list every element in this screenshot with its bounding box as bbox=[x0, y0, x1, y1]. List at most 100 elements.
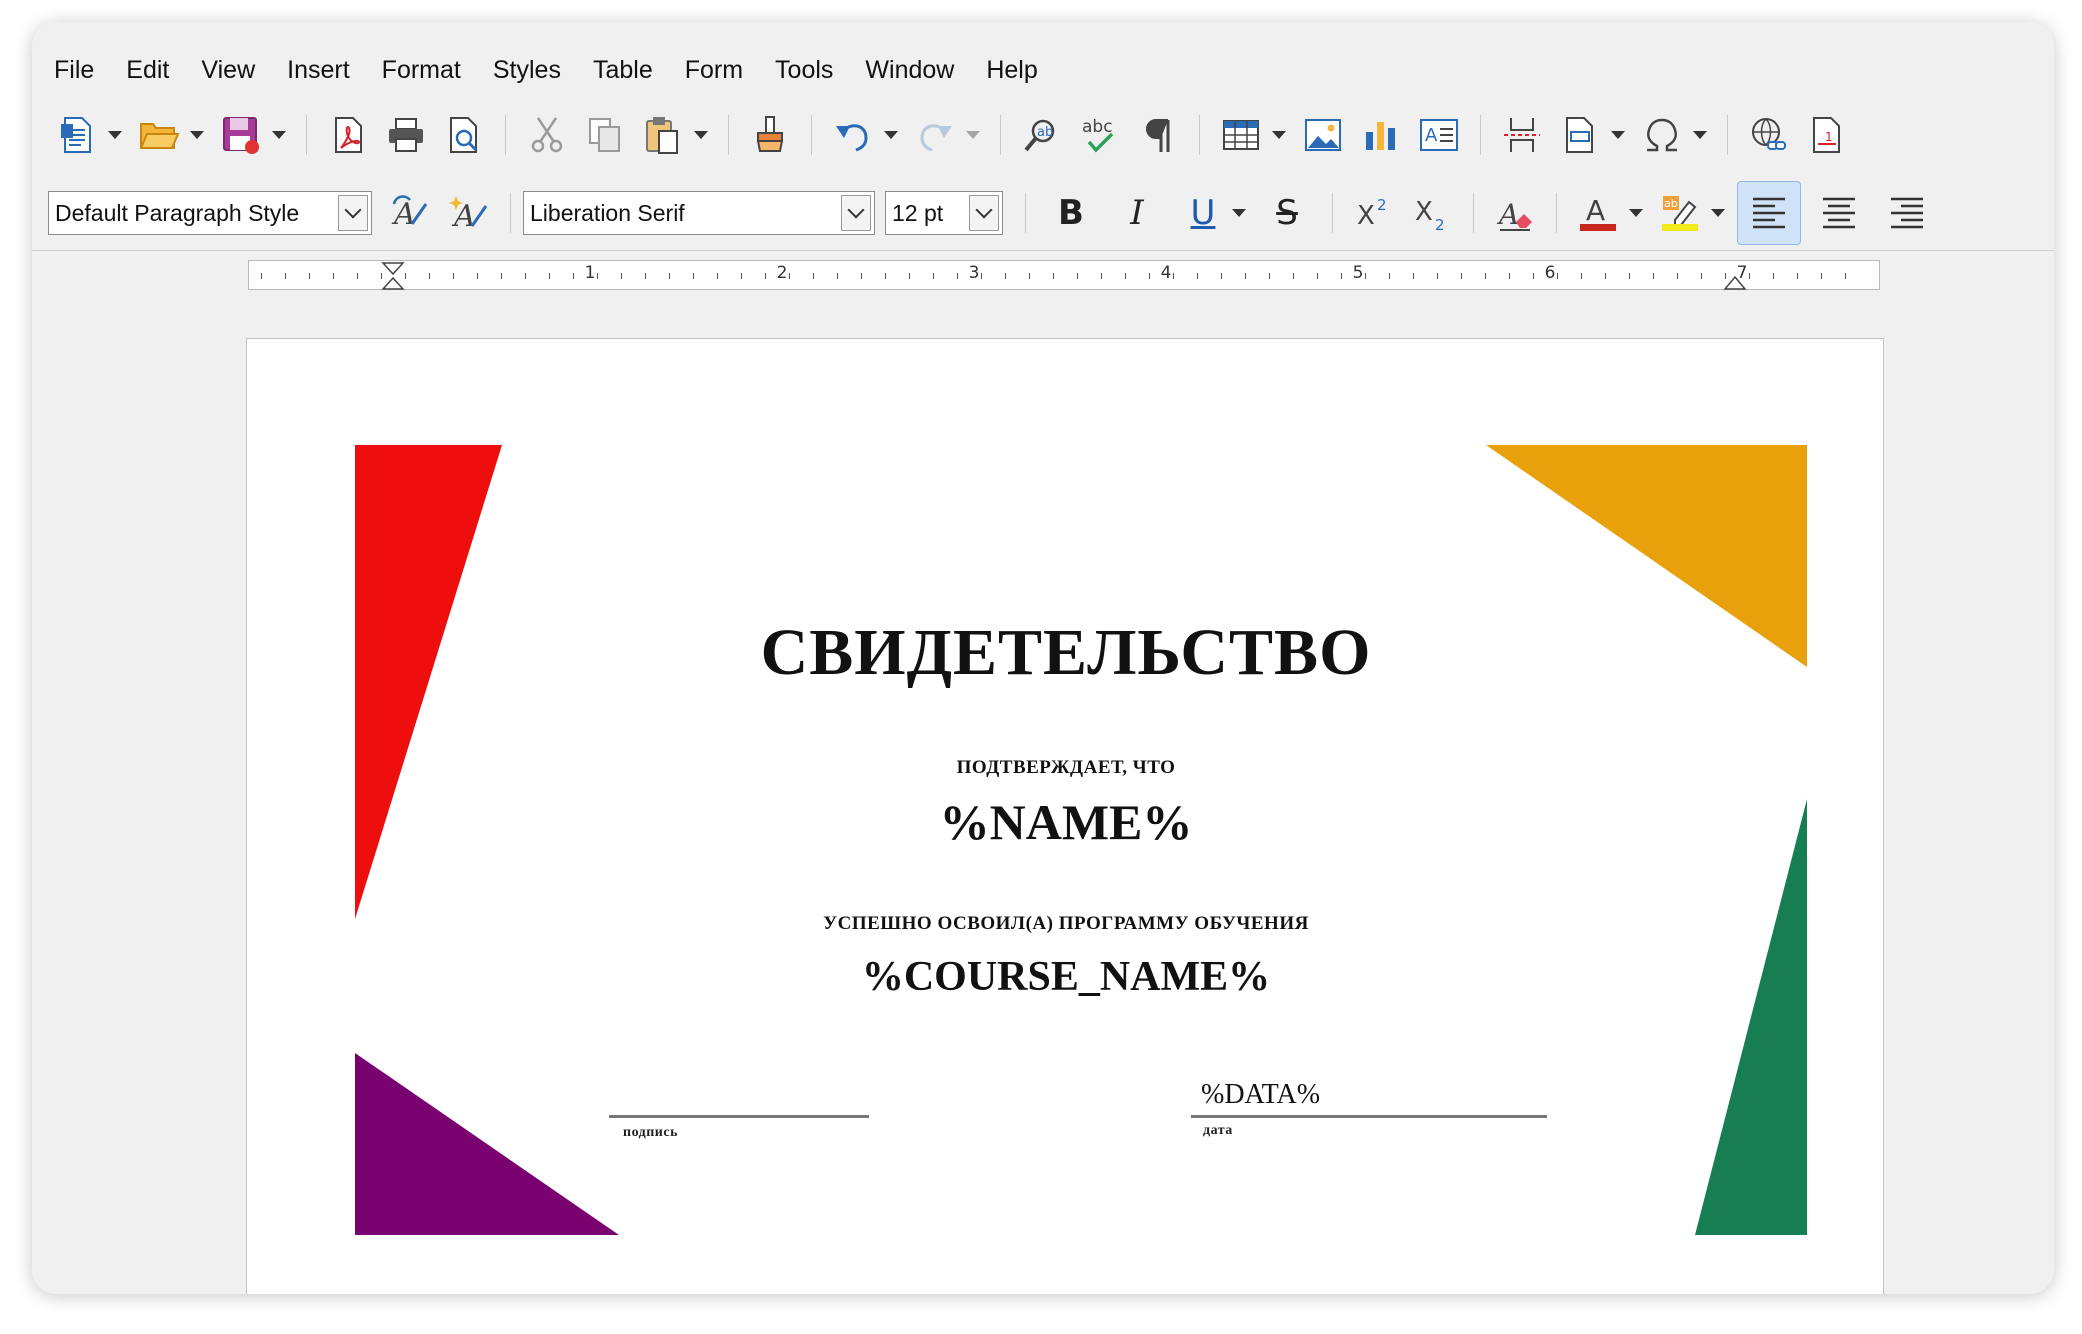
menu-window[interactable]: Window bbox=[849, 50, 970, 90]
special-character-dropdown-arrow[interactable] bbox=[1691, 108, 1709, 162]
horizontal-ruler[interactable]: 1 2 3 4 5 6 7 bbox=[248, 260, 1880, 290]
underline-button[interactable]: U bbox=[1176, 186, 1230, 240]
ruler-tick bbox=[1173, 273, 1174, 279]
bold-button[interactable]: B bbox=[1044, 186, 1098, 240]
insert-textbox-button[interactable]: A bbox=[1414, 108, 1464, 162]
align-right-button[interactable] bbox=[1877, 186, 1937, 240]
ruler-tick bbox=[333, 273, 334, 279]
document-page[interactable]: СВИДЕТЕЛЬСТВО ПОДТВЕРЖДАЕТ, ЧТО %NAME% У… bbox=[246, 338, 1884, 1294]
svg-text:A: A bbox=[1496, 198, 1519, 231]
save-button[interactable] bbox=[216, 108, 266, 162]
chevron-down-icon[interactable] bbox=[841, 195, 871, 231]
cut-button[interactable] bbox=[522, 108, 572, 162]
toolbar-separator bbox=[1332, 193, 1333, 233]
ruler-tick bbox=[405, 273, 406, 279]
save-dropdown-arrow[interactable] bbox=[270, 108, 288, 162]
menu-format[interactable]: Format bbox=[366, 50, 477, 90]
chevron-down-icon[interactable] bbox=[338, 195, 368, 231]
ruler-tick bbox=[1413, 273, 1414, 279]
insert-footnote-button[interactable]: 1 bbox=[1802, 108, 1852, 162]
undo-button[interactable] bbox=[828, 108, 878, 162]
new-style-button[interactable]: A bbox=[444, 186, 494, 240]
highlight-dropdown-arrow[interactable] bbox=[1709, 186, 1727, 240]
left-indent-marker[interactable] bbox=[381, 261, 405, 291]
chevron-down-icon[interactable] bbox=[969, 195, 999, 231]
clone-formatting-button[interactable] bbox=[745, 108, 795, 162]
align-center-button[interactable] bbox=[1809, 186, 1869, 240]
menu-tools[interactable]: Tools bbox=[759, 50, 849, 90]
paragraph-style-value: Default Paragraph Style bbox=[55, 199, 300, 226]
textbox-icon: A bbox=[1420, 119, 1458, 151]
clear-formatting-button[interactable]: A bbox=[1490, 186, 1540, 240]
insert-table-button[interactable] bbox=[1216, 108, 1266, 162]
spelling-button[interactable]: abc bbox=[1075, 108, 1125, 162]
menu-edit[interactable]: Edit bbox=[110, 50, 185, 90]
export-pdf-button[interactable] bbox=[323, 108, 373, 162]
clear-formatting-icon: A bbox=[1496, 198, 1532, 231]
copy-button[interactable] bbox=[580, 108, 630, 162]
open-dropdown-arrow[interactable] bbox=[188, 108, 206, 162]
redo-button[interactable] bbox=[910, 108, 960, 162]
insert-hyperlink-button[interactable] bbox=[1744, 108, 1794, 162]
font-size-combo[interactable]: 12 pt bbox=[885, 191, 1003, 235]
ruler-tick bbox=[981, 273, 982, 279]
menu-view[interactable]: View bbox=[185, 50, 271, 90]
menu-table[interactable]: Table bbox=[577, 50, 669, 90]
toolbar-separator bbox=[1473, 193, 1474, 233]
subscript-button[interactable]: X2 bbox=[1407, 186, 1457, 240]
menu-file[interactable]: File bbox=[32, 50, 110, 90]
ruler-tick bbox=[1749, 273, 1750, 279]
special-character-button[interactable] bbox=[1637, 108, 1687, 162]
font-color-button[interactable]: A bbox=[1573, 186, 1623, 240]
redo-dropdown-arrow[interactable] bbox=[964, 108, 982, 162]
right-indent-marker[interactable] bbox=[1723, 273, 1747, 291]
open-button[interactable] bbox=[134, 108, 184, 162]
update-style-button[interactable]: A bbox=[386, 186, 436, 240]
print-preview-icon bbox=[450, 117, 478, 153]
paste-button[interactable] bbox=[638, 108, 688, 162]
paste-dropdown-arrow[interactable] bbox=[692, 108, 710, 162]
print-button[interactable] bbox=[381, 108, 431, 162]
ruler-tick bbox=[909, 273, 910, 279]
toolbar-separator bbox=[811, 115, 812, 155]
print-preview-button[interactable] bbox=[439, 108, 489, 162]
ruler-tick bbox=[525, 273, 526, 279]
font-color-dropdown-arrow[interactable] bbox=[1627, 186, 1645, 240]
toolbar-separator bbox=[505, 115, 506, 155]
undo-dropdown-arrow[interactable] bbox=[882, 108, 900, 162]
toolbar-separator bbox=[306, 115, 307, 155]
insert-image-button[interactable] bbox=[1298, 108, 1348, 162]
italic-button[interactable]: I bbox=[1110, 186, 1164, 240]
field-icon bbox=[1566, 117, 1593, 153]
insert-field-button[interactable] bbox=[1555, 108, 1605, 162]
toolbar-separator bbox=[1199, 115, 1200, 155]
svg-text:2: 2 bbox=[1377, 196, 1387, 214]
ruler-number: 3 bbox=[968, 263, 980, 283]
svg-text:A: A bbox=[1586, 194, 1605, 227]
insert-chart-button[interactable] bbox=[1356, 108, 1406, 162]
paragraph-style-combo[interactable]: Default Paragraph Style bbox=[48, 191, 372, 235]
menu-insert[interactable]: Insert bbox=[271, 50, 366, 90]
new-dropdown-arrow[interactable] bbox=[106, 108, 124, 162]
table-dropdown-arrow[interactable] bbox=[1270, 108, 1288, 162]
new-document-button[interactable] bbox=[52, 108, 102, 162]
new-document-icon bbox=[61, 117, 91, 153]
ruler-tick bbox=[669, 273, 670, 279]
ruler-tick bbox=[1341, 273, 1342, 279]
formatting-marks-button[interactable] bbox=[1133, 108, 1183, 162]
signature-line bbox=[609, 1115, 869, 1118]
find-replace-button[interactable]: ab bbox=[1017, 108, 1067, 162]
font-name-value: Liberation Serif bbox=[530, 199, 685, 226]
menu-form[interactable]: Form bbox=[669, 50, 759, 90]
field-dropdown-arrow[interactable] bbox=[1609, 108, 1627, 162]
superscript-button[interactable]: X2 bbox=[1349, 186, 1399, 240]
underline-dropdown-arrow[interactable] bbox=[1230, 186, 1248, 240]
menu-help[interactable]: Help bbox=[970, 50, 1053, 90]
align-left-button[interactable] bbox=[1737, 181, 1801, 245]
insert-page-break-button[interactable] bbox=[1497, 108, 1547, 162]
font-name-combo[interactable]: Liberation Serif bbox=[523, 191, 875, 235]
certificate-confirms-text: ПОДТВЕРЖДАЕТ, ЧТО bbox=[956, 757, 1176, 778]
strikethrough-button[interactable]: S bbox=[1260, 186, 1314, 240]
menu-styles[interactable]: Styles bbox=[477, 50, 577, 90]
highlight-color-button[interactable]: ab bbox=[1655, 186, 1705, 240]
